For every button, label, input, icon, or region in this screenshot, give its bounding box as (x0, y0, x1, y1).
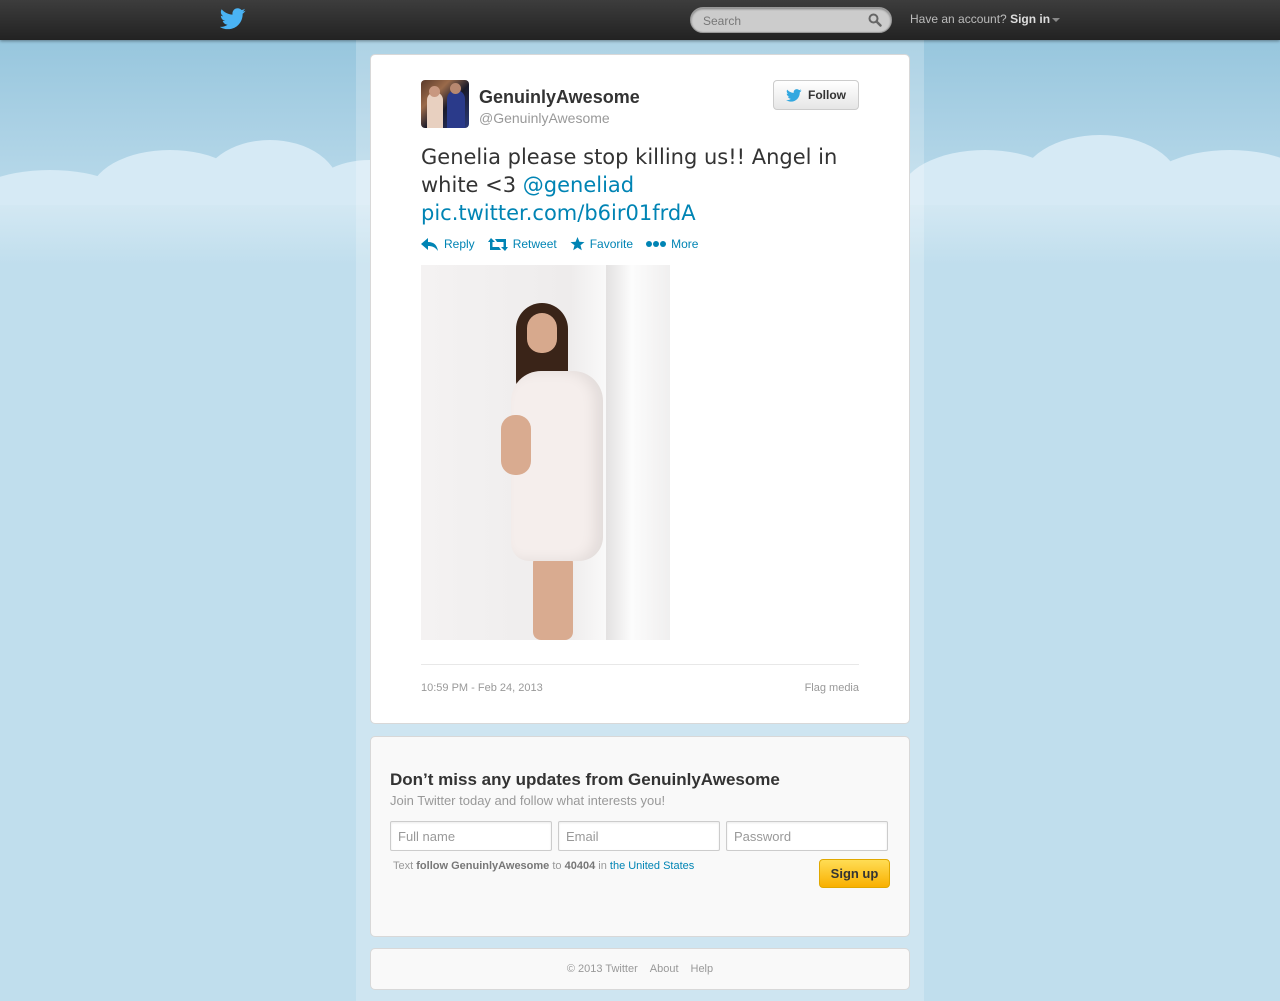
tweet-media-photo[interactable] (421, 265, 670, 640)
tweet-text: Genelia please stop killing us!! Angel i… (421, 143, 871, 227)
top-navigation-bar: Have an account? Sign in (0, 0, 1280, 40)
more-action[interactable]: More (646, 237, 698, 251)
media-link[interactable]: pic.twitter.com/b6ir01frdA (421, 201, 696, 225)
sms-follow-instructions: Text follow GenuinlyAwesome to 40404 in … (393, 860, 694, 872)
email-field[interactable] (558, 821, 720, 851)
signup-button[interactable]: Sign up (819, 859, 890, 888)
tweet-timestamp: 10:59 PM - Feb 24, 2013 (421, 682, 543, 694)
retweet-label: Retweet (512, 237, 557, 251)
ellipsis-icon (646, 241, 667, 247)
search-box (690, 7, 892, 33)
full-name-field[interactable] (390, 821, 552, 851)
magnifier-icon[interactable] (868, 13, 882, 27)
footer-about-link[interactable]: About (650, 963, 679, 975)
account-prompt-label: Have an account? (910, 12, 1007, 26)
sms-in: in (598, 860, 607, 872)
reply-action[interactable]: Reply (421, 237, 475, 251)
retweet-icon (487, 237, 508, 251)
favorite-label: Favorite (589, 237, 634, 251)
reply-arrow-icon (421, 237, 438, 251)
twitter-bird-icon (786, 88, 802, 102)
sign-in-link[interactable]: Sign in (1010, 12, 1050, 26)
sms-to: to (552, 860, 562, 872)
signup-subtitle: Join Twitter today and follow what inter… (390, 793, 666, 808)
tweet-card: GenuinlyAwesome @GenuinlyAwesome Follow … (370, 54, 910, 724)
footer: © 2013 Twitter About Help (370, 948, 910, 990)
more-label: More (671, 237, 699, 251)
twitter-bird-icon[interactable] (220, 8, 246, 30)
reply-label: Reply (444, 237, 475, 251)
avatar[interactable] (421, 80, 469, 128)
user-screen-name[interactable]: @GenuinlyAwesome (479, 110, 610, 126)
signup-title: Don’t miss any updates from GenuinlyAwes… (390, 770, 780, 789)
signup-card: Don’t miss any updates from GenuinlyAwes… (370, 736, 910, 937)
account-prompt: Have an account? Sign in (910, 12, 1061, 26)
follow-button-label: Follow (808, 88, 846, 102)
retweet-action[interactable]: Retweet (487, 237, 557, 251)
chevron-down-icon[interactable] (1052, 17, 1061, 22)
sms-prefix: Text (393, 860, 414, 872)
star-icon (570, 237, 585, 251)
sms-command: follow GenuinlyAwesome (416, 860, 550, 872)
user-full-name[interactable]: GenuinlyAwesome (479, 87, 640, 108)
sms-number: 40404 (564, 860, 596, 872)
mention-link[interactable]: @geneliad (523, 173, 634, 197)
tweet-actions: Reply Retweet Favorite More (421, 237, 698, 251)
sms-country-link[interactable]: the United States (610, 860, 694, 872)
footer-copyright: © 2013 Twitter (566, 963, 638, 975)
search-input[interactable] (703, 12, 863, 30)
password-field[interactable] (726, 821, 888, 851)
follow-button[interactable]: Follow (773, 80, 859, 110)
favorite-action[interactable]: Favorite (570, 237, 633, 251)
divider (421, 664, 859, 665)
flag-media-link[interactable]: Flag media (805, 682, 859, 694)
footer-help-link[interactable]: Help (691, 963, 714, 975)
